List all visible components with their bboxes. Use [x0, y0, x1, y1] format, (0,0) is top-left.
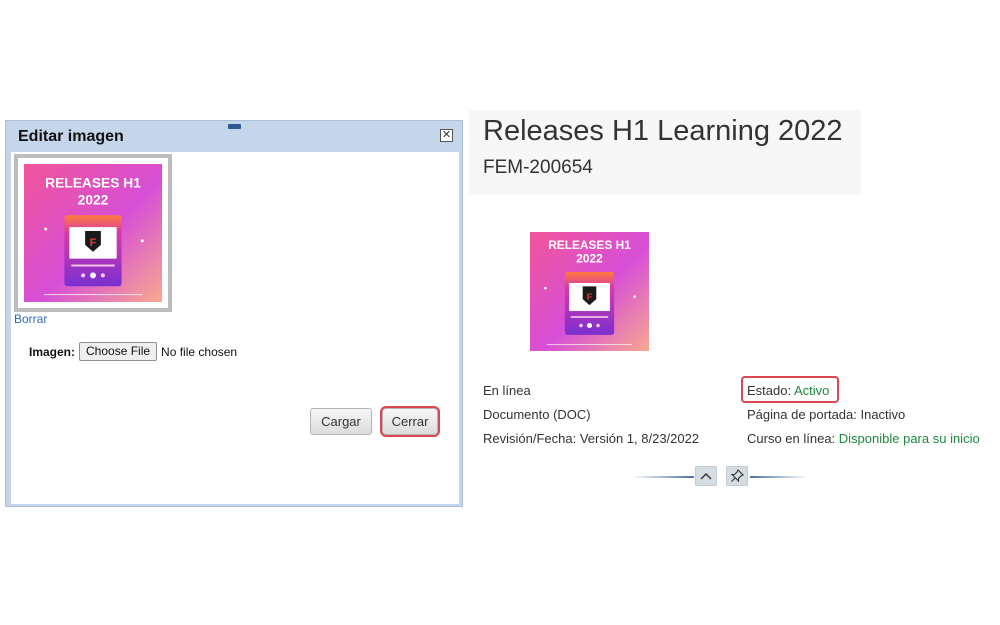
image-preview: RELEASES H1 2022 F	[14, 154, 172, 312]
image-upload-row: Imagen: Choose File No file chosen	[29, 342, 237, 361]
edit-image-dialog: Editar imagen ✕ RELEASES H1 2022 F Borra…	[5, 120, 463, 507]
pin-header-button[interactable]	[726, 466, 748, 486]
poster-line1: RELEASES H1	[548, 238, 631, 252]
poster-line2: 2022	[576, 252, 603, 266]
status-field: Estado: Activo	[747, 383, 829, 398]
page-title: Releases H1 Learning 2022	[483, 115, 843, 147]
file-status: No file chosen	[161, 344, 238, 359]
detail-online: En línea	[483, 383, 531, 398]
close-button[interactable]: Cerrar	[380, 406, 440, 437]
poster-logo: F	[587, 292, 593, 302]
status-label: Estado:	[747, 383, 794, 398]
dialog-title: Editar imagen	[18, 128, 124, 145]
upload-button[interactable]: Cargar	[310, 408, 372, 435]
poster-line2: 2022	[78, 192, 109, 207]
choose-file-button[interactable]: Choose File	[79, 342, 158, 361]
online-course-value: Disponible para su inicio	[838, 431, 980, 446]
delete-link[interactable]: Borrar	[14, 312, 47, 326]
pin-icon	[730, 469, 744, 483]
poster-thumbnail: RELEASES H1 2022 F	[24, 164, 162, 302]
detail-revision-date: Revisión/Fecha: Versión 1, 8/23/2022	[483, 431, 700, 446]
online-course-field: Curso en línea: Disponible para su inici…	[747, 431, 980, 446]
divider-right	[750, 476, 808, 478]
image-label: Imagen:	[29, 344, 76, 359]
poster-line1: RELEASES H1	[45, 176, 141, 191]
cover-page-status: Página de portada: Inactivo	[747, 407, 906, 422]
dialog-body: RELEASES H1 2022 F Borrar Imagen: Choose…	[11, 152, 459, 504]
close-icon[interactable]: ✕	[440, 129, 453, 142]
online-course-label: Curso en línea:	[747, 431, 839, 446]
chevron-up-icon	[700, 473, 712, 480]
course-image: RELEASES H1 2022 F	[530, 232, 649, 351]
item-id: FEM-200654	[483, 157, 593, 178]
detail-document-type: Documento (DOC)	[483, 407, 591, 422]
status-value: Activo	[793, 383, 830, 398]
divider-left	[632, 476, 694, 478]
collapse-header-button[interactable]	[695, 466, 717, 486]
poster-logo: F	[90, 237, 97, 249]
drag-handle[interactable]	[228, 124, 241, 129]
